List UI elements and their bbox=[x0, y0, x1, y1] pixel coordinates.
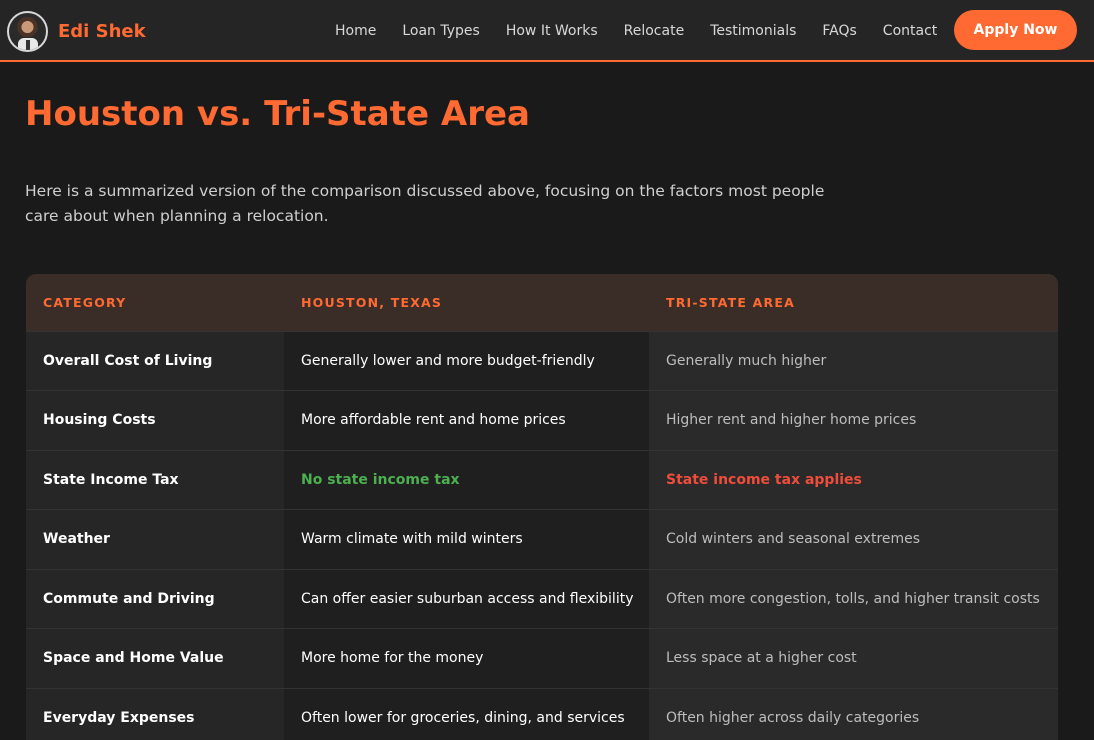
brand-name: Edi Shek bbox=[58, 20, 146, 42]
intro-text: Here is a summarized version of the comp… bbox=[25, 182, 825, 225]
header-houston: HOUSTON, TEXAS bbox=[301, 294, 443, 310]
brand[interactable]: Edi Shek bbox=[7, 10, 146, 52]
houston-value: Generally lower and more budget-friendly bbox=[284, 331, 649, 391]
tri-state-value: Often higher across daily categories bbox=[649, 688, 1058, 740]
houston-value: More affordable rent and home prices bbox=[284, 390, 649, 450]
row-category: Space and Home Value bbox=[26, 628, 284, 688]
table-row: Everyday Expenses Often lower for grocer… bbox=[26, 688, 1058, 740]
row-category: Housing Costs bbox=[26, 390, 284, 450]
header-category: CATEGORY bbox=[43, 294, 127, 310]
houston-value-positive: No state income tax bbox=[284, 450, 649, 510]
nav-faqs[interactable]: FAQs bbox=[822, 23, 856, 39]
row-category: Overall Cost of Living bbox=[26, 331, 284, 391]
row-category: Everyday Expenses bbox=[26, 688, 284, 740]
table-header-row: CATEGORY HOUSTON, TEXAS TRI-STATE AREA bbox=[26, 274, 1058, 331]
nav-home[interactable]: Home bbox=[335, 23, 376, 39]
comparison-table: CATEGORY HOUSTON, TEXAS TRI-STATE AREA O… bbox=[26, 274, 1058, 740]
tri-state-value: Higher rent and higher home prices bbox=[649, 390, 1058, 450]
site-header: Edi Shek Home Loan Types How It Works Re… bbox=[0, 0, 1094, 62]
row-category: Weather bbox=[26, 509, 284, 569]
main-nav: Home Loan Types How It Works Relocate Te… bbox=[335, 0, 963, 62]
tri-state-value: Less space at a higher cost bbox=[649, 628, 1058, 688]
page-title: Houston vs. Tri-State Area bbox=[25, 94, 530, 134]
row-category: Commute and Driving bbox=[26, 569, 284, 629]
table-row: Overall Cost of Living Generally lower a… bbox=[26, 331, 1058, 391]
avatar bbox=[7, 10, 48, 52]
table-row: State Income Tax No state income tax Sta… bbox=[26, 450, 1058, 510]
table-row: Commute and Driving Can offer easier sub… bbox=[26, 569, 1058, 629]
tri-state-value: Generally much higher bbox=[649, 331, 1058, 391]
header-tri-state: TRI-STATE AREA bbox=[666, 294, 795, 310]
table-row: Housing Costs More affordable rent and h… bbox=[26, 390, 1058, 450]
table-row: Weather Warm climate with mild winters C… bbox=[26, 509, 1058, 569]
houston-value: Warm climate with mild winters bbox=[284, 509, 649, 569]
nav-testimonials[interactable]: Testimonials bbox=[710, 23, 796, 39]
tri-state-value: Cold winters and seasonal extremes bbox=[649, 509, 1058, 569]
nav-relocate[interactable]: Relocate bbox=[624, 23, 685, 39]
apply-now-button[interactable]: Apply Now bbox=[954, 10, 1077, 50]
row-category: State Income Tax bbox=[26, 450, 284, 510]
tri-state-value-negative: State income tax applies bbox=[649, 450, 1058, 510]
houston-value: Can offer easier suburban access and fle… bbox=[284, 569, 649, 629]
tri-state-value: Often more congestion, tolls, and higher… bbox=[649, 569, 1058, 629]
nav-loan-types[interactable]: Loan Types bbox=[402, 23, 479, 39]
table-row: Space and Home Value More home for the m… bbox=[26, 628, 1058, 688]
nav-how-it-works[interactable]: How It Works bbox=[506, 23, 598, 39]
nav-contact[interactable]: Contact bbox=[883, 23, 937, 39]
houston-value: Often lower for groceries, dining, and s… bbox=[284, 688, 649, 740]
houston-value: More home for the money bbox=[284, 628, 649, 688]
